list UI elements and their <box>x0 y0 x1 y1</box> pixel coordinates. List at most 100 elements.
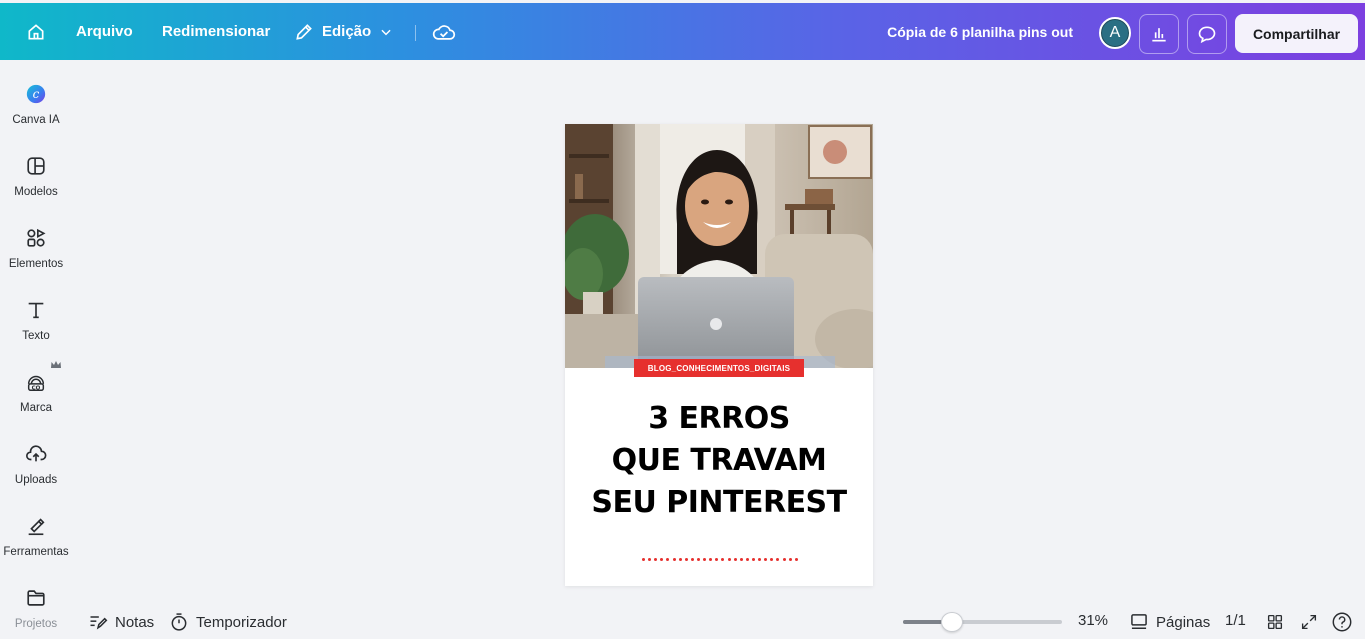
blog-tag[interactable]: BLOG_CONHECIMENTOS_DIGITAIS <box>634 359 804 377</box>
document-title[interactable]: Cópia de 6 planilha pins out <box>887 3 1073 60</box>
svg-text:CO: CO <box>32 385 41 391</box>
divider-dot <box>794 558 798 561</box>
grid-view-button[interactable] <box>1263 610 1287 634</box>
divider-dot <box>721 558 725 561</box>
divider-dot <box>788 558 792 561</box>
timer-label: Temporizador <box>196 613 287 631</box>
sidebar-item-label: Projetos <box>14 618 58 630</box>
sidebar-item-label: Uploads <box>14 474 58 486</box>
sidebar-item-canva-ia[interactable]: c Canva IA <box>0 82 72 146</box>
sidebar-item-label: Modelos <box>14 186 58 198</box>
file-menu[interactable]: Arquivo <box>76 3 133 60</box>
expand-icon <box>1301 614 1317 630</box>
divider-dot <box>782 558 786 561</box>
timer-button[interactable]: Temporizador <box>169 610 287 634</box>
insights-button[interactable] <box>1139 14 1179 54</box>
crown-icon <box>50 357 62 375</box>
svg-text:c: c <box>33 87 40 101</box>
divider-dot <box>709 558 713 561</box>
divider-dot <box>690 558 694 561</box>
cloud-check-icon <box>432 24 456 40</box>
pages-button[interactable]: Páginas <box>1129 610 1210 634</box>
notes-icon <box>90 616 108 630</box>
text-icon <box>24 298 48 322</box>
edit-mode-label: Edição <box>322 23 372 40</box>
elements-icon <box>24 226 48 250</box>
sidebar-item-label: Canva IA <box>12 114 60 126</box>
upload-icon <box>24 442 48 466</box>
bar-chart-icon <box>1152 28 1166 42</box>
divider-dot <box>745 558 749 561</box>
divider-dot <box>654 558 658 561</box>
divider-dot <box>678 558 682 561</box>
design-page[interactable]: BLOG_CONHECIMENTOS_DIGITAIS 3 ERROS QUE … <box>565 124 873 586</box>
sidebar-item-label: Elementos <box>8 258 64 270</box>
pages-label: Páginas <box>1156 613 1211 631</box>
zoom-level[interactable]: 31% <box>1078 612 1108 629</box>
templates-icon <box>24 154 48 178</box>
design-photo[interactable] <box>565 124 873 368</box>
save-status-button[interactable] <box>432 3 456 60</box>
divider-dot <box>764 558 768 561</box>
zoom-slider-fill <box>903 620 942 624</box>
tools-icon <box>24 514 48 538</box>
divider-dot <box>703 558 707 561</box>
help-icon <box>1332 612 1352 632</box>
comment-icon <box>1198 26 1216 44</box>
sidebar-item-elementos[interactable]: Elementos <box>0 226 72 290</box>
divider-dot <box>642 558 645 561</box>
dotted-divider[interactable] <box>642 558 798 564</box>
headline-line: SEU PINTEREST <box>591 485 847 520</box>
notes-label: Notas <box>115 613 155 631</box>
divider-dot <box>770 558 774 561</box>
help-button[interactable] <box>1330 610 1354 634</box>
divider-dot <box>666 558 670 561</box>
pencil-icon <box>296 23 312 40</box>
sidebar-item-label: Ferramentas <box>3 546 69 558</box>
divider-dot <box>715 558 719 561</box>
zoom-slider-thumb[interactable] <box>941 612 963 632</box>
comments-button[interactable] <box>1187 14 1227 54</box>
topbar-divider <box>415 25 416 41</box>
divider-dot <box>660 558 664 561</box>
grid-icon <box>1267 614 1283 630</box>
sidebar-item-uploads[interactable]: Uploads <box>0 442 72 506</box>
share-button[interactable]: Compartilhar <box>1235 14 1358 53</box>
edit-mode-menu[interactable]: Edição <box>294 3 393 60</box>
divider-dot <box>751 558 755 561</box>
folder-icon <box>24 586 48 610</box>
home-icon <box>28 23 44 40</box>
sidebar-item-modelos[interactable]: Modelos <box>0 154 72 218</box>
pages-icon <box>1131 614 1147 629</box>
sidebar-item-marca[interactable]: CO Marca <box>0 370 72 434</box>
resize-menu[interactable]: Redimensionar <box>162 3 270 60</box>
sidebar-item-projetos[interactable]: Projetos <box>0 586 72 639</box>
top-bar: Arquivo Redimensionar Edição Cópia de 6 … <box>0 3 1365 60</box>
canva-ai-icon: c <box>24 82 48 106</box>
divider-dot <box>758 558 762 561</box>
divider-dot <box>648 558 652 561</box>
divider-dot <box>727 558 731 561</box>
home-button[interactable] <box>22 3 50 60</box>
page-count: 1/1 <box>1225 612 1246 629</box>
sidebar-item-label: Marca <box>20 402 52 414</box>
divider-dot <box>696 558 700 561</box>
headline-line: 3 ERROS <box>648 401 790 436</box>
chevron-down-icon <box>381 29 391 35</box>
left-sidebar: c Canva IA Modelos Elementos Texto CO Ma… <box>0 60 72 639</box>
sidebar-item-ferramentas[interactable]: Ferramentas <box>0 514 72 578</box>
notes-button[interactable]: Notas <box>88 610 154 634</box>
fullscreen-button[interactable] <box>1297 610 1321 634</box>
divider-dot <box>776 558 780 561</box>
headline[interactable]: 3 ERROS QUE TRAVAM SEU PINTEREST <box>565 398 873 524</box>
brand-icon: CO <box>24 370 48 394</box>
resize-menu-label: Redimensionar <box>162 23 271 40</box>
divider-dot <box>672 558 676 561</box>
divider-dot <box>733 558 737 561</box>
avatar[interactable]: A <box>1099 17 1131 49</box>
divider-dot <box>684 558 688 561</box>
divider-dot <box>739 558 743 561</box>
headline-line: QUE TRAVAM <box>611 443 827 478</box>
sidebar-item-label: Texto <box>22 330 50 342</box>
sidebar-item-texto[interactable]: Texto <box>0 298 72 362</box>
